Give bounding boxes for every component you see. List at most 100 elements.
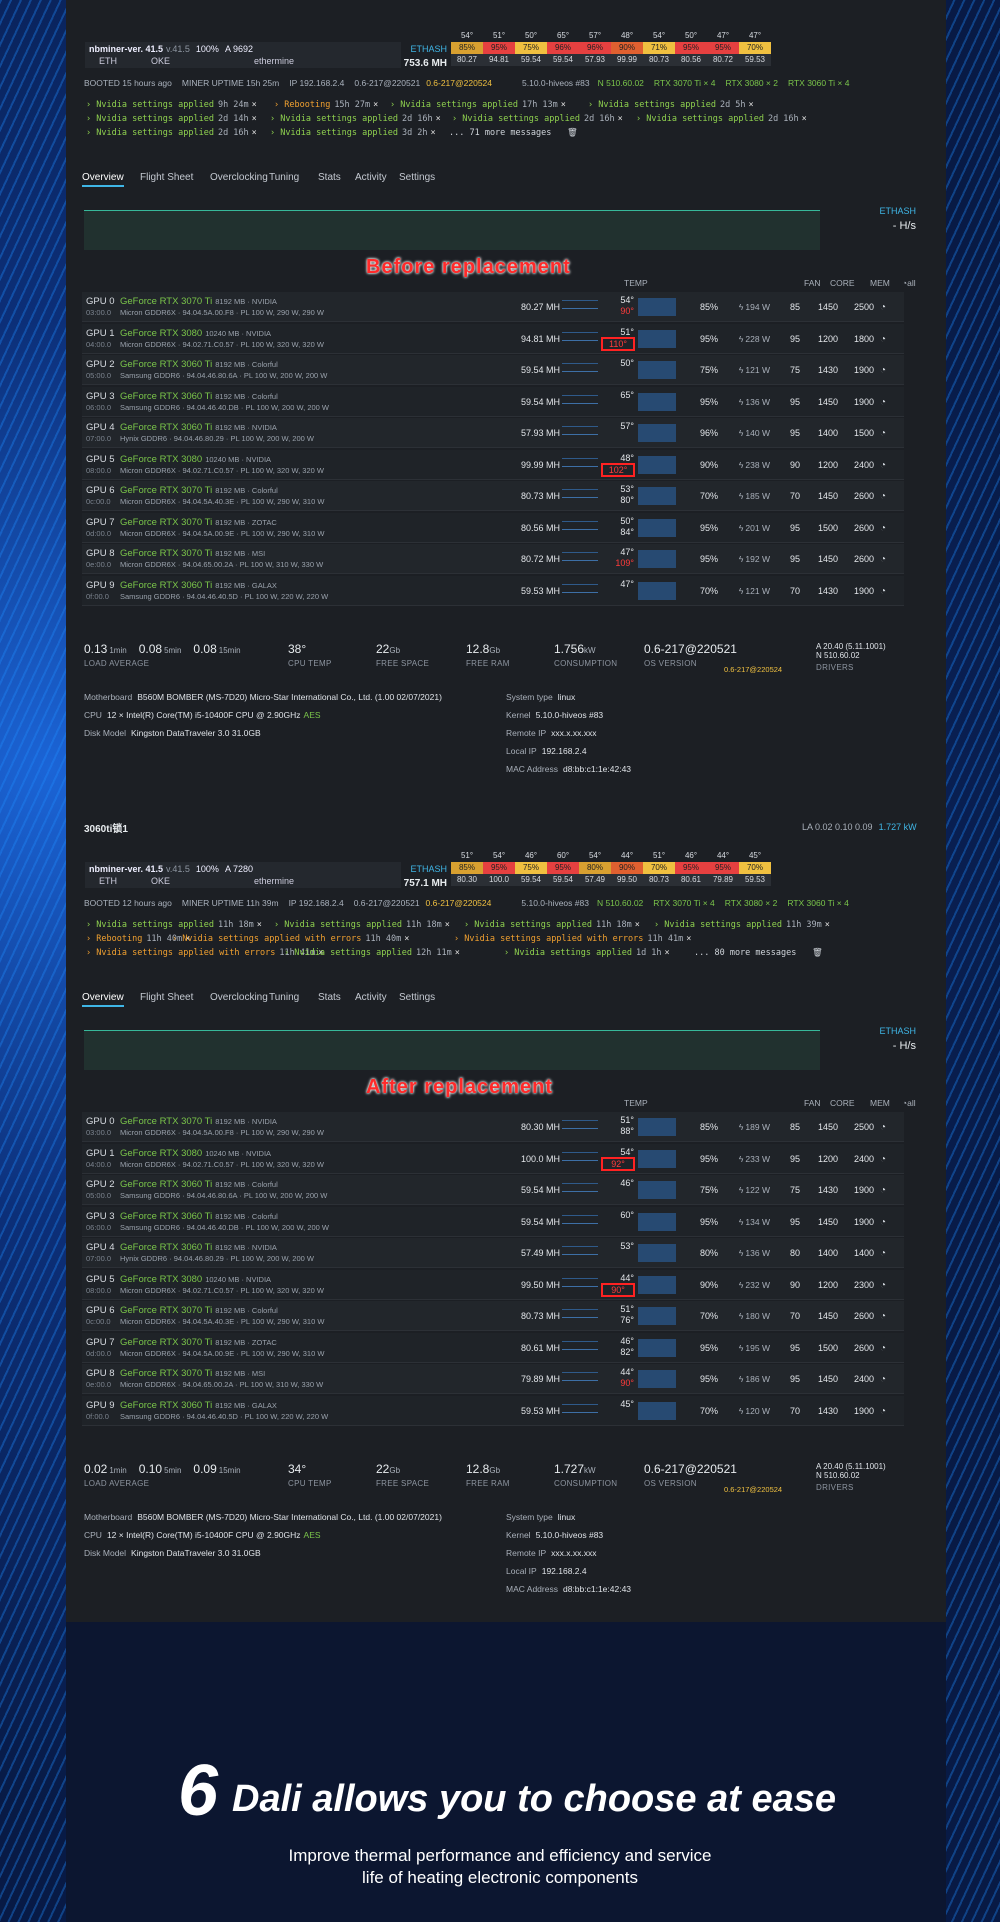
message-item[interactable]: › Nvidia settings applied 9h 24m ×: [86, 100, 257, 114]
worker-name[interactable]: 3060ti锁1: [84, 820, 128, 835]
tab-flight-sheet[interactable]: Flight Sheet: [140, 992, 193, 1003]
gpu-row[interactable]: GPU 5 08:00.0 GeForce RTX 3080 10240 MB · N…: [82, 1269, 904, 1300]
gpu-row[interactable]: GPU 7 0d:00.0 GeForce RTX 3070 Ti 8192 MB ·…: [82, 1332, 904, 1363]
message-close-icon[interactable]: ×: [373, 100, 378, 110]
trash-icon[interactable]: 🗑: [567, 128, 578, 142]
tab-settings[interactable]: Settings: [399, 172, 435, 183]
message-close-icon[interactable]: ×: [618, 114, 623, 124]
trash-icon[interactable]: 🗑: [812, 948, 823, 962]
gpu-gauge-icon[interactable]: ◔: [880, 365, 886, 376]
tab-overclocking[interactable]: Overclocking: [210, 992, 268, 1003]
gpu-row[interactable]: GPU 2 05:00.0 GeForce RTX 3060 Ti 8192 MB ·…: [82, 355, 904, 385]
gpu-gauge-icon[interactable]: ◔: [880, 428, 886, 439]
message-close-icon[interactable]: ×: [404, 934, 409, 944]
gpu-row[interactable]: GPU 8 0e:00.0 GeForce RTX 3070 Ti 8192 MB ·…: [82, 544, 904, 574]
gpu-gauge-icon[interactable]: ◔: [880, 1374, 886, 1385]
message-close-icon[interactable]: ×: [749, 100, 754, 110]
gpu-row[interactable]: GPU 9 0f:00.0 GeForce RTX 3060 Ti 8192 MB ·…: [82, 575, 904, 606]
message-item[interactable]: › Nvidia settings applied 2d 16h ×: [270, 114, 441, 128]
gpu-row[interactable]: GPU 9 0f:00.0 GeForce RTX 3060 Ti 8192 MB ·…: [82, 1395, 904, 1426]
message-close-icon[interactable]: ×: [825, 920, 830, 930]
gpu-gauge-icon[interactable]: ◔: [880, 1343, 886, 1354]
gpu-gauge-icon[interactable]: ◔: [880, 460, 886, 471]
gpu-gauge-icon[interactable]: ◔: [880, 1217, 886, 1228]
message-item[interactable]: › Rebooting 15h 27m ×: [274, 100, 378, 114]
message-close-icon[interactable]: ×: [635, 920, 640, 930]
tab-overview[interactable]: Overview: [82, 992, 124, 1007]
gpu-gauge-icon[interactable]: ◔: [880, 302, 886, 313]
gpu-gauge-icon[interactable]: ◔: [880, 523, 886, 534]
gpu-row[interactable]: GPU 0 03:00.0 GeForce RTX 3070 Ti 8192 MB ·…: [82, 292, 904, 322]
message-close-icon[interactable]: ×: [802, 114, 807, 124]
gpu-gauge-icon[interactable]: ◔: [880, 397, 886, 408]
tab-stats[interactable]: Stats: [318, 172, 341, 183]
message-close-icon[interactable]: ×: [252, 128, 257, 138]
os-version-update-link[interactable]: 0.6-217@220524: [724, 665, 782, 674]
gpu-row[interactable]: GPU 4 07:00.0 GeForce RTX 3060 Ti 8192 MB ·…: [82, 1238, 904, 1268]
gpu-row[interactable]: GPU 0 03:00.0 GeForce RTX 3070 Ti 8192 MB ·…: [82, 1112, 904, 1142]
tab-tuning[interactable]: Tuning: [269, 992, 299, 1003]
gpu-gauge-icon[interactable]: ◔: [880, 1406, 886, 1417]
message-item[interactable]: › Nvidia settings applied 2d 14h ×: [86, 114, 257, 128]
message-close-icon[interactable]: ×: [252, 114, 257, 124]
gpu-row[interactable]: GPU 3 06:00.0 GeForce RTX 3060 Ti 8192 MB ·…: [82, 386, 904, 417]
message-close-icon[interactable]: ×: [252, 100, 257, 110]
message-item[interactable]: › Nvidia settings applied 11h 18m ×: [274, 920, 450, 934]
more-messages-link[interactable]: ... 80 more messages: [694, 948, 796, 962]
tab-activity[interactable]: Activity: [355, 172, 387, 183]
message-close-icon[interactable]: ×: [431, 128, 436, 138]
gpu-gauge-icon[interactable]: ◔: [880, 334, 886, 345]
gpu-row[interactable]: GPU 4 07:00.0 GeForce RTX 3060 Ti 8192 MB ·…: [82, 418, 904, 448]
gpu-gauge-icon[interactable]: ◔: [880, 1311, 886, 1322]
message-item[interactable]: › Nvidia settings applied 11h 18m ×: [86, 920, 262, 934]
gpu-row[interactable]: GPU 7 0d:00.0 GeForce RTX 3070 Ti 8192 MB ·…: [82, 512, 904, 543]
gpu-row[interactable]: GPU 1 04:00.0 GeForce RTX 3080 10240 MB · N…: [82, 1143, 904, 1174]
miner-box[interactable]: nbminer-ver. 41.5 v.41.5 100% A 9692 ETH OKE e…: [85, 42, 401, 68]
message-close-icon[interactable]: ×: [665, 948, 670, 958]
gpu-gauge-icon[interactable]: ◔: [880, 554, 886, 565]
tab-flight-sheet[interactable]: Flight Sheet: [140, 172, 193, 183]
gpu-gauge-icon[interactable]: ◔: [880, 1280, 886, 1291]
message-item[interactable]: › Nvidia settings applied 2d 16h ×: [636, 114, 807, 128]
gpu-row[interactable]: GPU 6 0c:00.0 GeForce RTX 3070 Ti 8192 MB ·…: [82, 481, 904, 511]
miner-box[interactable]: nbminer-ver. 41.5 v.41.5 100% A 7280 ETH OKE e…: [85, 862, 401, 888]
os-version-update-link[interactable]: 0.6-217@220524: [724, 1485, 782, 1494]
gauge-all-header[interactable]: ◔all: [902, 1098, 916, 1108]
gpu-gauge-icon[interactable]: ◔: [880, 491, 886, 502]
message-item[interactable]: › Nvidia settings applied with errors 11h…: [454, 934, 691, 948]
gpu-row[interactable]: GPU 6 0c:00.0 GeForce RTX 3070 Ti 8192 MB ·…: [82, 1301, 904, 1331]
message-item[interactable]: › Nvidia settings applied 1d 1h ×: [504, 948, 670, 962]
gpu-row[interactable]: GPU 1 04:00.0 GeForce RTX 3080 10240 MB · N…: [82, 323, 904, 354]
gauge-all-header[interactable]: ◔all: [902, 278, 916, 288]
tab-tuning[interactable]: Tuning: [269, 172, 299, 183]
gpu-gauge-icon[interactable]: ◔: [880, 1185, 886, 1196]
gpu-gauge-icon[interactable]: ◔: [880, 1154, 886, 1165]
message-item[interactable]: › Nvidia settings applied 3d 2h ×: [270, 128, 436, 142]
message-close-icon[interactable]: ×: [257, 920, 262, 930]
message-item[interactable]: › Nvidia settings applied 2d 16h ×: [452, 114, 623, 128]
gpu-gauge-icon[interactable]: ◔: [880, 1248, 886, 1259]
message-item[interactable]: › Nvidia settings applied with errors 11h…: [172, 934, 409, 948]
tab-overclocking[interactable]: Overclocking: [210, 172, 268, 183]
tab-stats[interactable]: Stats: [318, 992, 341, 1003]
message-item[interactable]: › Nvidia settings applied 11h 18m ×: [464, 920, 640, 934]
message-item[interactable]: › Nvidia settings applied 11h 39m ×: [654, 920, 830, 934]
more-messages-link[interactable]: ... 71 more messages: [449, 128, 551, 142]
message-close-icon[interactable]: ×: [455, 948, 460, 958]
message-item[interactable]: › Nvidia settings applied 2d 5h ×: [588, 100, 754, 114]
gpu-gauge-icon[interactable]: ◔: [880, 1122, 886, 1133]
message-item[interactable]: › Nvidia settings applied 17h 13m ×: [390, 100, 566, 114]
message-close-icon[interactable]: ×: [436, 114, 441, 124]
gpu-gauge-icon[interactable]: ◔: [880, 586, 886, 597]
message-item[interactable]: › Nvidia settings applied 12h 11m ×: [284, 948, 460, 962]
message-close-icon[interactable]: ×: [445, 920, 450, 930]
message-item[interactable]: › Nvidia settings applied 2d 16h ×: [86, 128, 257, 142]
message-close-icon[interactable]: ×: [561, 100, 566, 110]
tab-activity[interactable]: Activity: [355, 992, 387, 1003]
gpu-row[interactable]: GPU 5 08:00.0 GeForce RTX 3080 10240 MB · N…: [82, 449, 904, 480]
tab-overview[interactable]: Overview: [82, 172, 124, 187]
message-close-icon[interactable]: ×: [686, 934, 691, 944]
tab-settings[interactable]: Settings: [399, 992, 435, 1003]
gpu-row[interactable]: GPU 2 05:00.0 GeForce RTX 3060 Ti 8192 MB ·…: [82, 1175, 904, 1205]
gpu-row[interactable]: GPU 3 06:00.0 GeForce RTX 3060 Ti 8192 MB ·…: [82, 1206, 904, 1237]
